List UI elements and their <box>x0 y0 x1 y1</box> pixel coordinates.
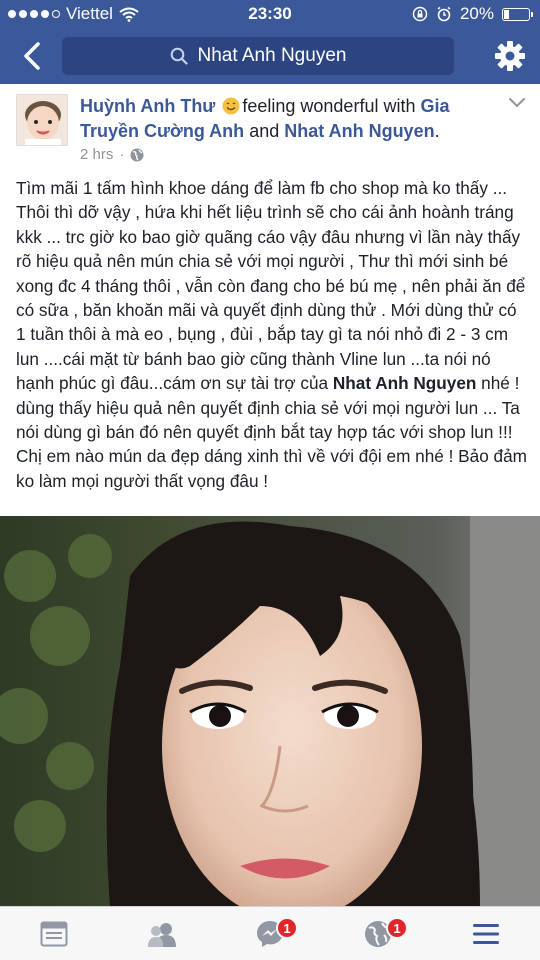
avatar[interactable] <box>16 94 68 146</box>
news-feed-icon <box>40 921 68 947</box>
settings-button[interactable] <box>492 38 528 74</box>
back-arrow-icon <box>24 42 40 70</box>
post-options-button[interactable] <box>508 96 526 114</box>
post-meta: 2 hrs · <box>80 146 144 163</box>
post-body-text: Tìm mãi 1 tấm hình khoe dáng để làm fb c… <box>16 176 528 493</box>
status-right: 20% <box>412 4 533 24</box>
baby-avatar-image <box>17 95 67 145</box>
selfie-photo-image <box>0 516 540 906</box>
search-bar[interactable]: Nhat Anh Nguyen <box>62 37 454 75</box>
globe-icon <box>130 148 144 161</box>
back-button[interactable] <box>14 38 50 74</box>
feeling-text: feeling wonderful with <box>242 96 416 116</box>
post-text-part-1: Tìm mãi 1 tấm hình khoe dáng để làm fb c… <box>16 178 526 394</box>
post-author-line: Huỳnh Anh Thư feeling wonderful with Gia… <box>80 94 500 144</box>
tab-messenger[interactable]: 1 <box>216 907 324 960</box>
tab-news-feed[interactable] <box>0 907 108 960</box>
tab-friends[interactable] <box>108 907 216 960</box>
post-header: Huỳnh Anh Thư feeling wonderful with Gia… <box>0 84 540 168</box>
bottom-tab-bar: 1 1 <box>0 906 540 960</box>
top-nav-bar: Nhat Anh Nguyen <box>0 28 540 84</box>
menu-icon <box>473 924 499 944</box>
meta-separator: · <box>119 146 125 163</box>
post-time[interactable]: 2 hrs <box>80 146 113 163</box>
friends-icon <box>148 923 176 947</box>
post-photo[interactable] <box>0 516 540 906</box>
messenger-badge: 1 <box>276 917 298 939</box>
author-name[interactable]: Huỳnh Anh Thư <box>80 96 215 116</box>
chevron-down-icon <box>509 98 525 108</box>
tab-menu[interactable] <box>432 907 540 960</box>
notifications-badge: 1 <box>386 917 408 939</box>
tagged-user-2[interactable]: Nhat Anh Nguyen <box>284 121 434 141</box>
alarm-icon <box>437 6 451 22</box>
rotation-lock-icon <box>412 6 428 22</box>
status-bar: Viettel 23:30 20% <box>0 0 540 28</box>
battery-percent: 20% <box>459 4 494 23</box>
and-text: and <box>249 121 280 141</box>
smiley-emoji-icon <box>222 97 240 115</box>
battery-icon <box>502 7 533 21</box>
post-text-tag[interactable]: Nhat Anh Nguyen <box>333 373 477 393</box>
gear-icon <box>495 41 525 71</box>
search-query: Nhat Anh Nguyen <box>197 45 347 66</box>
search-icon <box>170 47 188 65</box>
period-text: . <box>434 121 440 141</box>
tab-notifications[interactable]: 1 <box>324 907 432 960</box>
